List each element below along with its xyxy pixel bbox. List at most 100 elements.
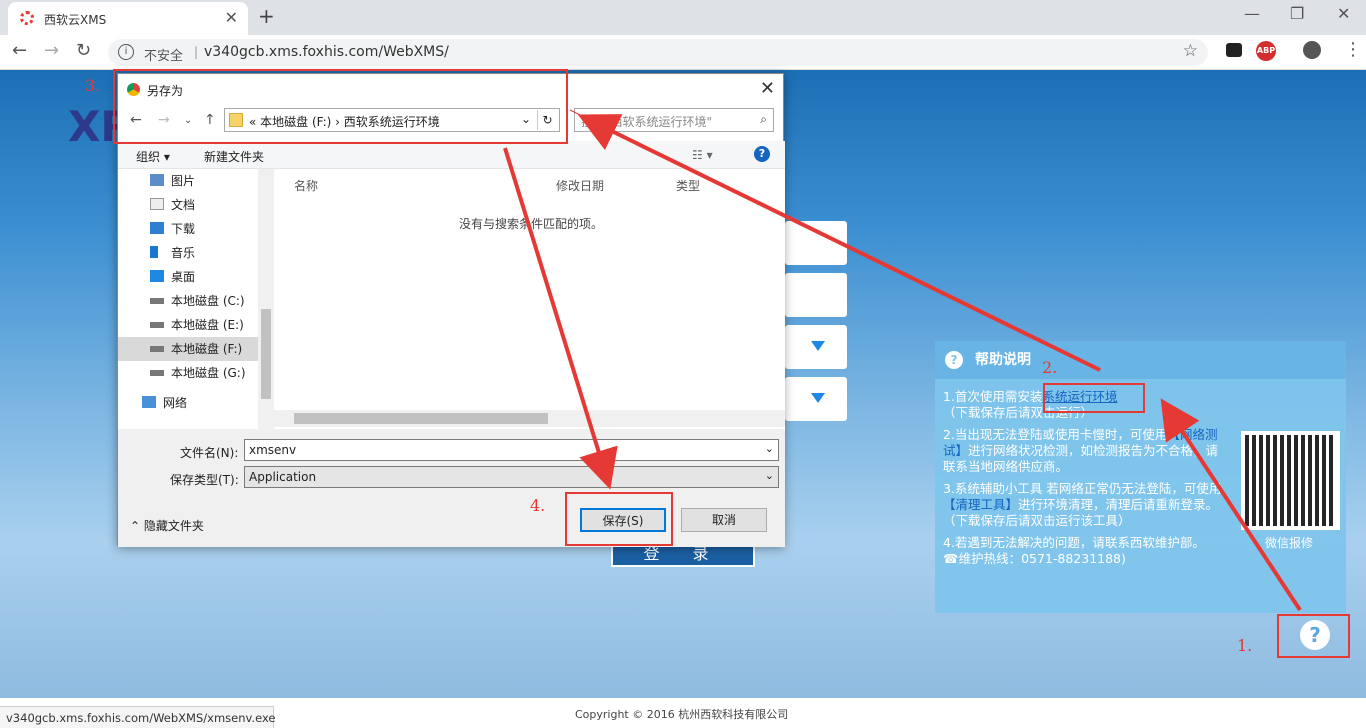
menu-kebab-icon[interactable]: ⋮ [1344, 39, 1362, 60]
filename-label: 文件名(N): [180, 446, 239, 460]
help-item-2-post: 进行网络状况检测，如检测报告为不合格，请联系当地网络供应商。 [943, 443, 1219, 474]
nav-desktop[interactable]: 桌面 [118, 265, 258, 289]
help-item-2: 2.当出现无法登陆或使用卡慢时，可使用【网络测试】进行网络状况检测，如检测报告为… [943, 427, 1223, 475]
help-body: 1.首次使用需安装系统运行环境 （下载保存后请双击运行） 2.当出现无法登陆或使用… [943, 389, 1223, 573]
new-tab-button[interactable]: + [258, 4, 275, 28]
nav-downloads[interactable]: 下载 [118, 217, 258, 241]
view-options-icon[interactable]: ☷ ▾ [692, 148, 713, 162]
select-field-2[interactable] [785, 377, 847, 421]
copyright-text: Copyright © 2016 杭州西软科技有限公司 [575, 708, 789, 721]
qr-pattern [1245, 435, 1336, 526]
extension-icon[interactable] [1226, 43, 1242, 57]
nav-label: 本地磁盘 (E:) [171, 318, 244, 332]
annotation-number-4: 4. [530, 496, 546, 515]
network-icon [142, 396, 156, 408]
empty-message: 没有与搜索条件匹配的项。 [459, 217, 604, 231]
help-item-3-note: （下载保存后请双击运行该工具） [943, 513, 1131, 528]
help-panel: ? 帮助说明 1.首次使用需安装系统运行环境 （下载保存后请双击运行） 2.当出现… [935, 341, 1346, 613]
nav-label: 本地磁盘 (G:) [171, 366, 246, 380]
tab-close-icon[interactable]: ✕ [225, 8, 238, 27]
help-icon[interactable]: ? [754, 146, 770, 162]
pictures-icon [150, 174, 164, 186]
drive-icon [150, 322, 164, 328]
select-field-1[interactable] [785, 325, 847, 369]
column-date[interactable]: 修改日期 [556, 177, 604, 194]
nav-drive-g[interactable]: 本地磁盘 (G:) [118, 361, 258, 385]
browser-toolbar: ← → ↻ i 不安全 | v340gcb.xms.foxhis.com/Web… [0, 35, 1366, 70]
cleanup-tool-link[interactable]: 【清理工具】 [943, 497, 1018, 512]
nav-music[interactable]: 音乐 [118, 241, 258, 265]
annotation-number-3: 3. [85, 76, 101, 95]
dialog-form-area: 文件名(N): xmsenv ⌄ 保存类型(T): Application ⌄ ⌃ … [118, 429, 785, 547]
username-field[interactable] [785, 221, 847, 265]
hotline-text: ☎维护热线：0571-88231188) [943, 551, 1126, 566]
documents-icon [150, 198, 164, 210]
site-favicon-icon [20, 11, 34, 25]
nav-label: 下载 [171, 222, 196, 236]
nav-documents[interactable]: 文档 [118, 193, 258, 217]
folder-search-input[interactable]: 搜索"西软系统运行环境" ⌕ [574, 108, 774, 132]
filetype-dropdown-icon[interactable]: ⌄ [765, 469, 774, 482]
nav-drive-f[interactable]: 本地磁盘 (F:) [118, 337, 258, 361]
dialog-close-icon[interactable]: ✕ [760, 78, 775, 99]
address-separator: | [194, 45, 199, 59]
nav-label: 文档 [171, 198, 196, 212]
nav-label: 图片 [171, 174, 196, 188]
search-placeholder: 搜索"西软系统运行环境" [581, 115, 713, 129]
filetype-select[interactable]: Application ⌄ [244, 466, 779, 488]
browser-tab[interactable]: 西软云XMS ✕ [8, 2, 248, 35]
nav-label: 本地磁盘 (F:) [171, 342, 243, 356]
nav-network[interactable]: 网络 [118, 391, 258, 415]
column-name[interactable]: 名称 [294, 177, 318, 194]
cancel-button[interactable]: 取消 [681, 508, 767, 532]
annotation-box-1 [1277, 614, 1350, 658]
new-folder-button[interactable]: 新建文件夹 [204, 148, 264, 165]
restore-icon[interactable]: ❐ [1290, 4, 1304, 23]
help-item-3-text: 3.系统辅助小工具 若网络正常仍无法登陆，可使用 [943, 481, 1222, 496]
tab-title: 西软云XMS [44, 13, 107, 27]
question-icon: ? [945, 351, 963, 369]
nav-scroll-thumb[interactable] [261, 309, 271, 399]
desktop-icon [150, 270, 164, 282]
screen: 西软云XMS ✕ + — ❐ ✕ ← → ↻ i 不安全 | v340gcb.x… [0, 0, 1366, 728]
downloads-icon [150, 222, 164, 234]
forward-icon[interactable]: → [44, 40, 59, 61]
back-icon[interactable]: ← [12, 40, 27, 61]
filetype-label: 保存类型(T): [170, 473, 239, 487]
nav-drive-e[interactable]: 本地磁盘 (E:) [118, 313, 258, 337]
hide-folders-label: 隐藏文件夹 [143, 519, 204, 533]
url-text[interactable]: v340gcb.xms.foxhis.com/WebXMS/ [204, 44, 449, 60]
file-list-pane: 名称 修改日期 类型 没有与搜索条件匹配的项。 [274, 169, 785, 429]
info-icon[interactable]: i [118, 44, 134, 60]
help-item-4: 4.若遇到无法解决的问题，请联系西软维护部。 ☎维护热线：0571-8823118… [943, 535, 1223, 567]
address-bar[interactable]: i 不安全 | v340gcb.xms.foxhis.com/WebXMS/ ☆ [108, 39, 1208, 66]
nav-drive-c[interactable]: 本地磁盘 (C:) [118, 289, 258, 313]
nav-label: 网络 [163, 396, 188, 410]
adblock-icon[interactable]: ABP [1256, 41, 1276, 61]
filename-input[interactable]: xmsenv ⌄ [244, 439, 779, 461]
window-close-icon[interactable]: ✕ [1337, 4, 1350, 23]
hide-folders-toggle[interactable]: ⌃ 隐藏文件夹 [130, 517, 204, 534]
horizontal-scrollbar[interactable] [274, 410, 785, 427]
profile-avatar-icon[interactable] [1303, 41, 1321, 59]
help-item-3-post: 进行环境清理，清理后请重新登录。 [1018, 497, 1219, 512]
annotation-number-1: 1. [1237, 636, 1253, 655]
password-field[interactable] [785, 273, 847, 317]
column-type[interactable]: 类型 [676, 177, 700, 194]
qr-label: 微信报修 [1265, 536, 1314, 550]
organize-button[interactable]: 组织 ▾ [136, 148, 170, 165]
hscroll-thumb[interactable] [294, 413, 548, 424]
bookmark-star-icon[interactable]: ☆ [1183, 41, 1198, 61]
help-item-1-text: 1.首次使用需安装 [943, 389, 1043, 404]
minimize-icon[interactable]: — [1244, 4, 1260, 23]
nav-scrollbar[interactable] [258, 169, 274, 429]
reload-icon[interactable]: ↻ [76, 40, 91, 61]
annotation-box-3 [113, 69, 568, 144]
dropdown-triangle-icon [811, 341, 825, 351]
help-item-2-text: 2.当出现无法登陆或使用卡慢时，可使用 [943, 427, 1168, 442]
nav-pictures[interactable]: 图片 [118, 169, 258, 193]
search-icon[interactable]: ⌕ [760, 112, 767, 127]
music-icon [150, 246, 158, 258]
dialog-command-bar: 组织 ▾ 新建文件夹 ☷ ▾ ? [118, 141, 785, 169]
filename-dropdown-icon[interactable]: ⌄ [765, 442, 774, 455]
